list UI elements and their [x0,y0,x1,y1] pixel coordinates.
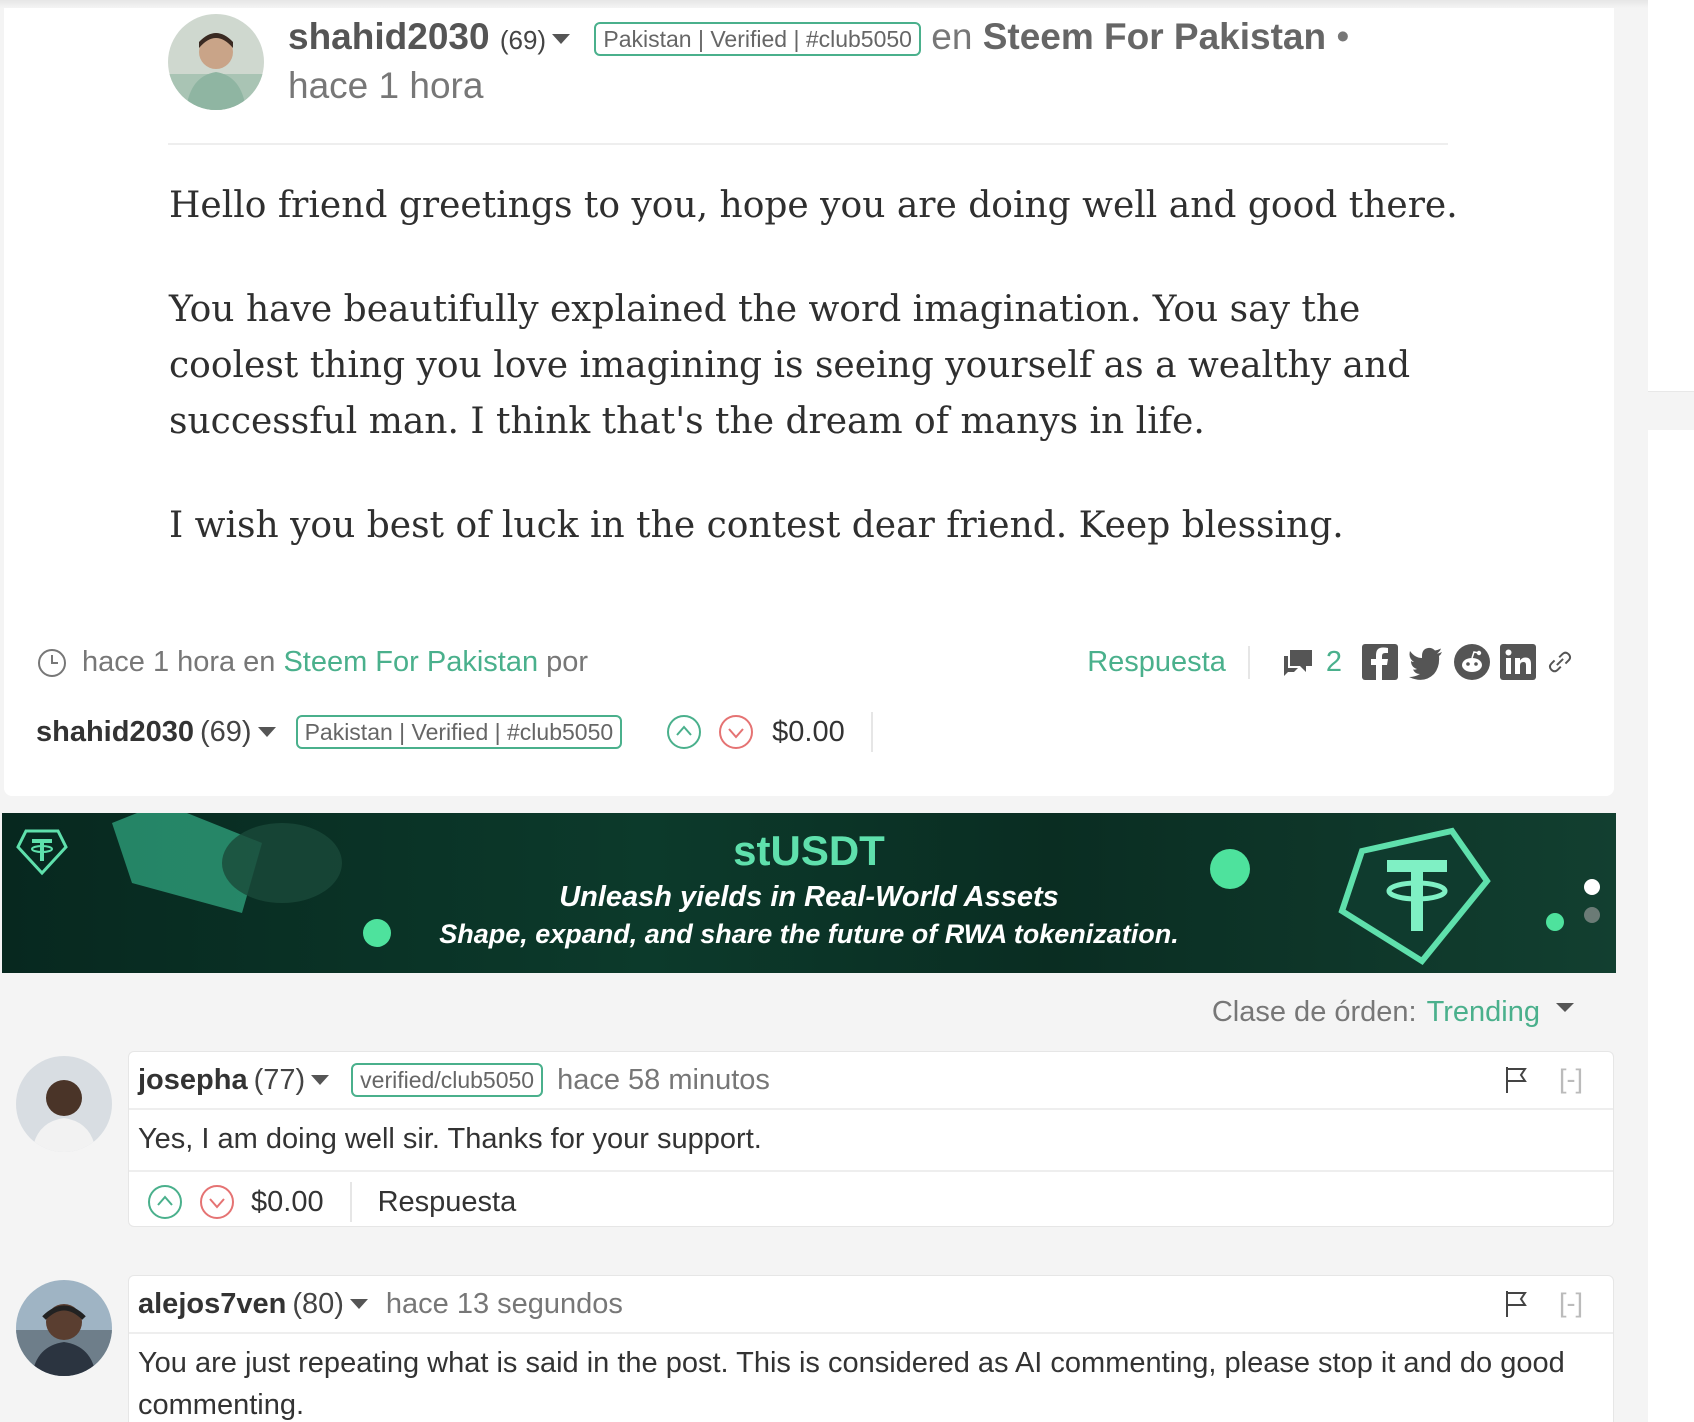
sort-chevron-down-icon[interactable] [1556,1003,1574,1012]
post-community-link[interactable]: Steem For Pakistan [983,16,1326,57]
footer-divider [870,712,873,752]
flag-icon[interactable] [1503,1065,1529,1095]
downvote-icon[interactable] [199,1184,235,1220]
comment-author-badge: verified/club5050 [351,1063,544,1097]
post-author-name[interactable]: shahid2030 [288,16,490,57]
post-header: shahid2030 (69) Pakistan | Verified | #c… [288,14,1428,109]
post-author-badge: Pakistan | Verified | #club5050 [594,22,921,57]
comment-author-avatar[interactable] [16,1280,112,1376]
meta-in-word: en [243,646,276,678]
post-payout[interactable]: $0.00 [772,716,845,749]
footer-author-badge: Pakistan | Verified | #club5050 [295,715,623,749]
post-body: Hello friend greetings to you, hope you … [169,178,1469,602]
comment-text: Yes, I am doing well sir. Thanks for you… [138,1123,762,1155]
footer-author-reputation: (69) [199,715,252,748]
flag-icon[interactable] [1503,1289,1529,1319]
meta-by-word: por [546,646,589,678]
banner-subline: Shape, expand, and share the future of R… [439,919,1179,949]
comment-header: josepha (77) verified/club5050 hace 58 m… [129,1052,1613,1110]
comment-author-name[interactable]: alejos7ven [138,1288,286,1321]
comment-count[interactable]: 2 [1326,646,1342,679]
post-meta-line: hace 1 hora en Steem For Pakistan por [36,646,588,679]
banner-title: stUSDT [733,827,885,874]
facebook-icon[interactable] [1362,644,1398,680]
meta-community-link[interactable]: Steem For Pakistan [283,646,538,679]
linkedin-icon[interactable] [1500,644,1536,680]
carousel-dot-active[interactable] [1584,879,1600,895]
post-author-reputation: (69) [499,25,547,55]
post-author-avatar[interactable] [168,14,264,110]
comment-author-chevron-down-icon[interactable] [349,1299,368,1309]
upvote-icon[interactable] [666,714,702,750]
post-divider [168,143,1448,145]
post-paragraph: Hello friend greetings to you, hope you … [169,185,1458,226]
comment-payout[interactable]: $0.00 [251,1186,324,1219]
post-paragraph: I wish you best of luck in the contest d… [169,505,1344,546]
banner-headline: Unleash yields in Real-World Assets [559,881,1059,913]
post-in-word: en [931,16,973,57]
twitter-icon[interactable] [1408,644,1444,680]
comment-text: You are just repeating what is said in t… [138,1347,1565,1421]
sort-select[interactable]: Trending [1427,996,1540,1029]
comment-author-avatar[interactable] [16,1056,112,1152]
comment-time[interactable]: hace 13 segundos [386,1288,623,1321]
comment-author-name[interactable]: josepha [138,1064,248,1097]
comment-reply-button[interactable]: Respuesta [378,1186,517,1219]
post-time[interactable]: hace 1 hora [288,65,483,106]
clock-icon [38,648,66,677]
comment-author-reputation: (77) [253,1063,306,1096]
post-footer-author: shahid2030 (69) Pakistan | Verified | #c… [36,712,873,752]
sidebar-panel-bottom [1648,430,1694,1422]
collapse-button[interactable]: [-] [1559,1288,1583,1319]
author-menu-chevron-down-icon[interactable] [552,34,571,45]
comment-card: alejos7ven (80) hace 13 segundos [-] You… [128,1275,1614,1422]
sidebar-panel-top [1648,0,1694,392]
post-actions: Respuesta 2 [1087,644,1574,680]
collapse-button[interactable]: [-] [1559,1064,1583,1095]
downvote-icon[interactable] [718,714,754,750]
comment-sort: Clase de órden: Trending [1212,996,1574,1029]
reply-button[interactable]: Respuesta [1087,645,1250,679]
post-separator: • [1336,16,1350,57]
promo-banner[interactable]: stUSDT Unleash yields in Real-World Asse… [2,813,1616,973]
reddit-icon[interactable] [1454,644,1490,680]
link-icon[interactable] [1546,644,1574,680]
comment-time[interactable]: hace 58 minutos [557,1064,770,1097]
comments-icon[interactable] [1280,644,1316,680]
comment-footer-divider [349,1182,352,1222]
footer-author-name[interactable]: shahid2030 [36,716,194,749]
sort-label: Clase de órden: [1211,996,1417,1028]
upvote-icon[interactable] [147,1184,183,1220]
comment-header: alejos7ven (80) hace 13 segundos [-] [129,1276,1613,1334]
comment-footer: $0.00 Respuesta [129,1170,1613,1232]
meta-time[interactable]: hace 1 hora [82,646,235,679]
page-top-shadow [0,0,1648,8]
footer-author-chevron-down-icon[interactable] [257,727,276,737]
comment-author-chevron-down-icon[interactable] [311,1075,330,1085]
comment-author-reputation: (80) [292,1287,344,1320]
carousel-dot[interactable] [1584,907,1600,923]
comment-card: josepha (77) verified/club5050 hace 58 m… [128,1051,1614,1227]
post-paragraph: You have beautifully explained the word … [169,289,1411,442]
